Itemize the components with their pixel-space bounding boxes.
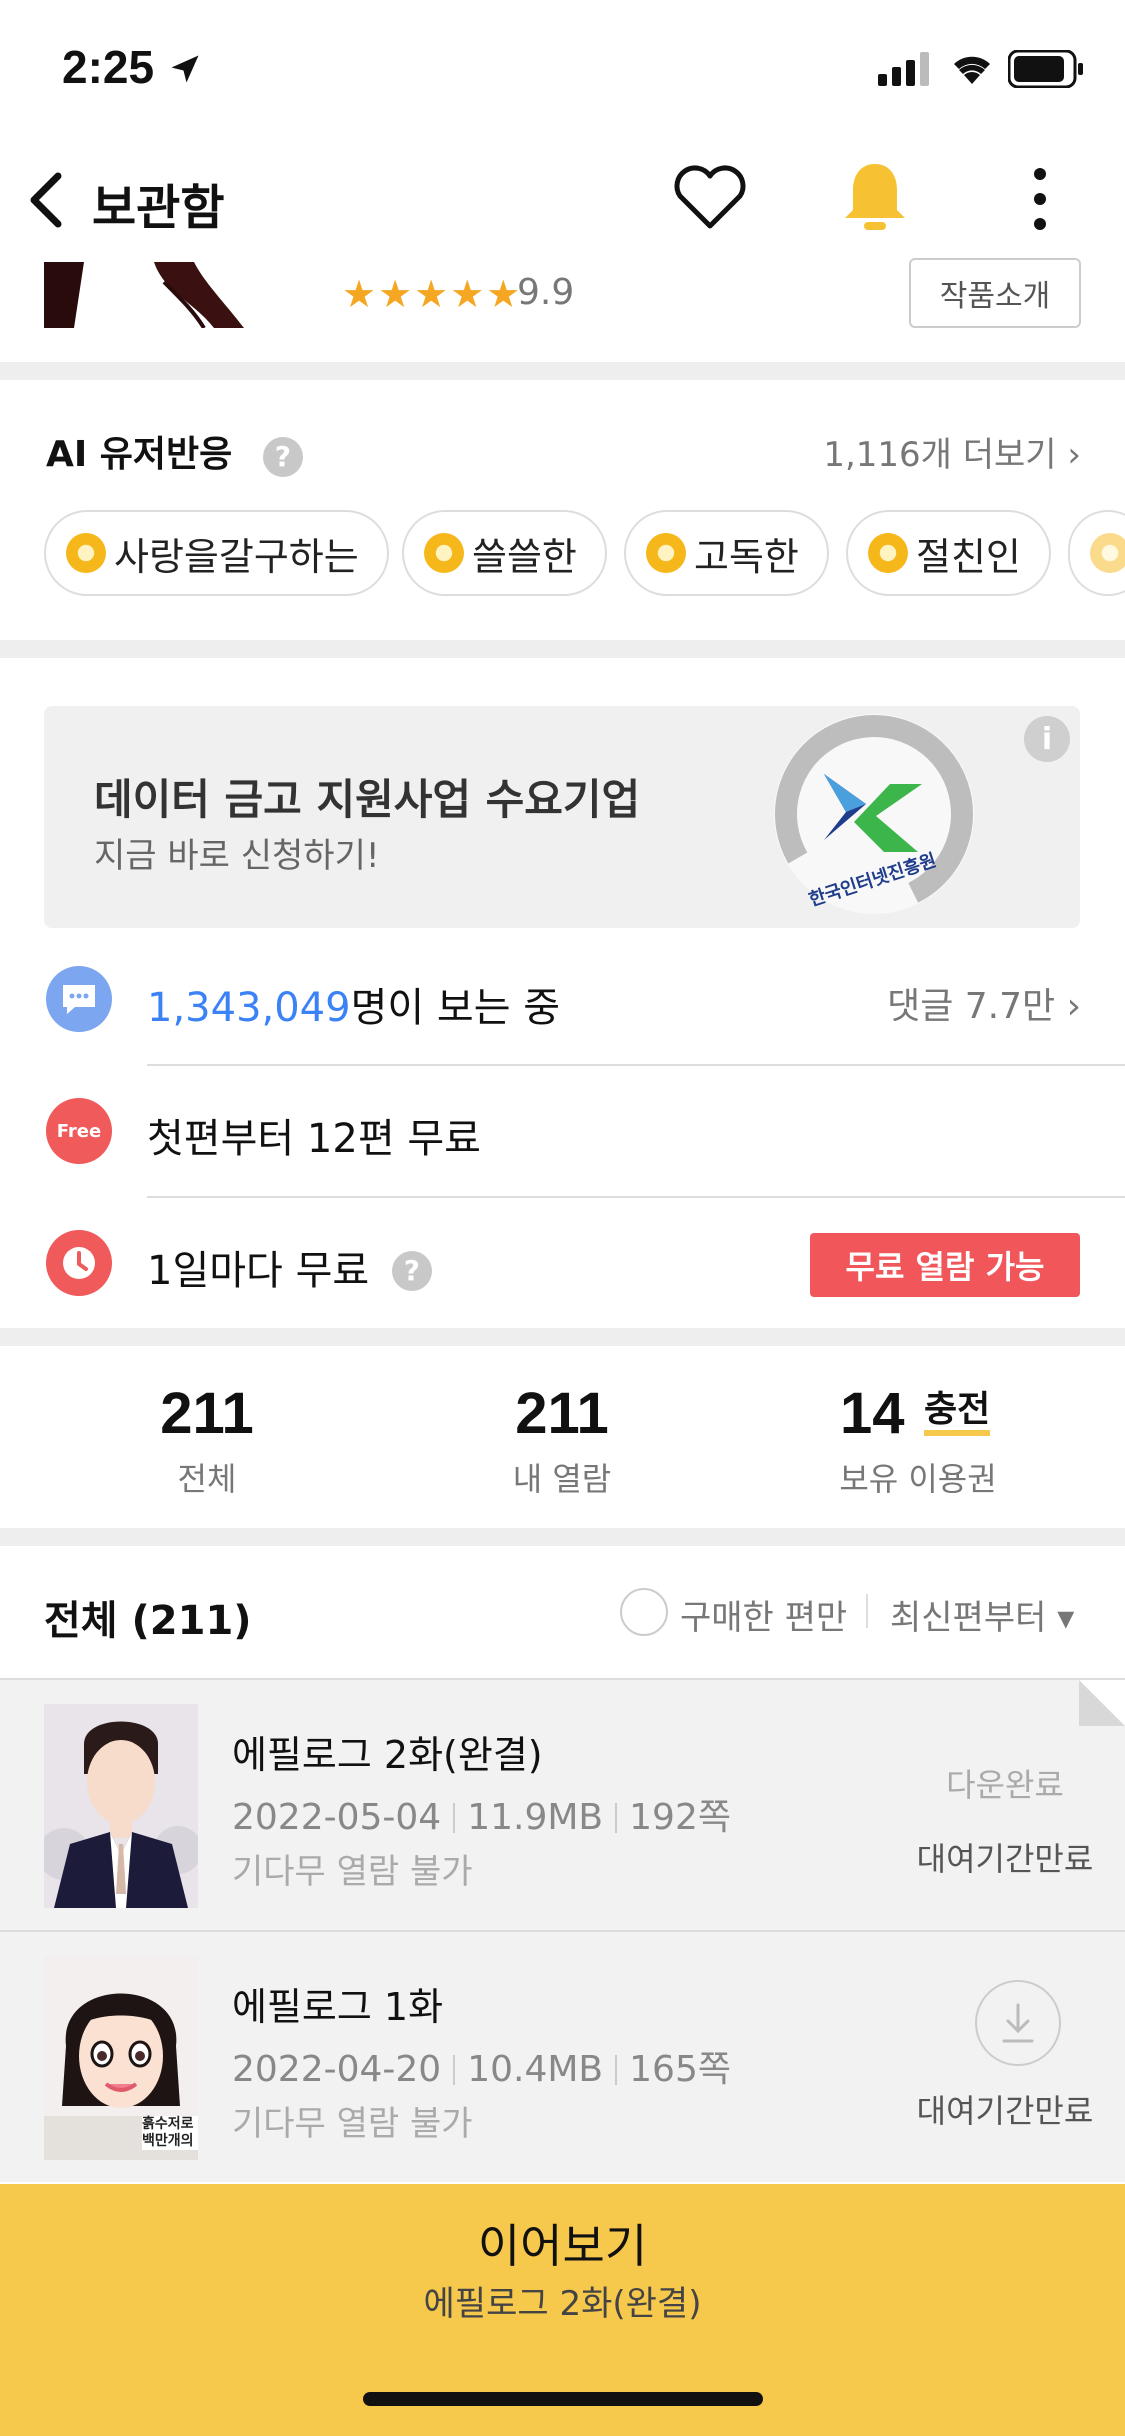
status-bar: 2:25 xyxy=(0,0,1125,140)
stat-ticket-label: 보유 이용권 xyxy=(839,1460,997,1498)
bell-icon[interactable] xyxy=(842,160,908,236)
rental-expired-label: 대여기간만료 xyxy=(916,2092,1094,2130)
reaction-chip[interactable]: 쓸쓸한 xyxy=(402,510,607,596)
coin-icon xyxy=(424,533,464,573)
reaction-chip[interactable]: 고독한 xyxy=(624,510,829,596)
free-episodes-text: 첫편부터 12편 무료 xyxy=(147,1116,481,1162)
episode-title: 에필로그 1화 xyxy=(232,1985,444,2029)
section-divider xyxy=(0,1328,1125,1346)
help-icon[interactable]: ? xyxy=(262,436,303,477)
coin-icon xyxy=(1090,533,1125,573)
section-divider xyxy=(0,362,1125,380)
episode-wait-free-note: 기다무 열람 불가 xyxy=(232,1852,473,1892)
heart-icon[interactable] xyxy=(672,164,748,232)
rating-value: 9.9 xyxy=(517,272,575,313)
ai-reactions-title: AI 유저반응 ? xyxy=(46,425,303,477)
stat-ticket-count: 14 xyxy=(840,1381,905,1446)
viewer-count: 1,343,049명이 보는 중 xyxy=(147,985,561,1031)
ai-reactions-more-link[interactable]: 1,116개 더보기 › xyxy=(823,427,1081,476)
rental-expired-label: 대여기간만료 xyxy=(916,1840,1094,1878)
nav-bar: 보관함 xyxy=(0,140,1125,250)
download-complete-label: 다운완료 xyxy=(946,1766,1064,1804)
cellular-signal-icon xyxy=(878,52,929,86)
help-icon[interactable]: ? xyxy=(391,1250,432,1291)
episode-thumbnail xyxy=(44,1704,198,1908)
comments-link[interactable]: 댓글 7.7만 › xyxy=(887,977,1081,1029)
stat-total-label: 전체 xyxy=(177,1460,237,1498)
page-corner-icon xyxy=(1079,1680,1125,1726)
episode-title: 에필로그 2화(완결) xyxy=(232,1733,543,1777)
comment-bubble-icon xyxy=(46,966,112,1032)
row-divider xyxy=(147,1196,1125,1198)
back-chevron-icon[interactable] xyxy=(24,170,68,230)
stat-read-label: 내 열람 xyxy=(512,1460,612,1498)
back-button-label[interactable]: 보관함 xyxy=(92,168,224,238)
episode-meta: 2022-05-04 11.9MB 192쪽 xyxy=(232,1797,731,1838)
episode-wait-free-note: 기다무 열람 불가 xyxy=(232,2104,473,2144)
info-icon[interactable]: i xyxy=(1024,716,1070,762)
stat-total-count: 211 xyxy=(160,1381,254,1446)
work-intro-button[interactable]: 작품소개 xyxy=(909,258,1081,328)
banner-title: 데이터 금고 지원사업 수요기업 xyxy=(94,775,641,824)
banner-subtitle: 지금 바로 신청하기! xyxy=(94,836,380,876)
episode-list-title: 전체 (211) xyxy=(44,1598,252,1644)
coin-icon xyxy=(868,533,908,573)
episode-row[interactable]: 흙수저로 백만개의 에필로그 1화 2022-04-20 10.4MB 165쪽 기… xyxy=(0,1930,1125,2182)
battery-icon xyxy=(1008,50,1083,88)
location-arrow-icon xyxy=(171,55,199,83)
coin-icon xyxy=(646,533,686,573)
more-options-icon[interactable] xyxy=(1022,166,1058,232)
sort-dropdown[interactable]: 최신편부터 ▾ xyxy=(890,1590,1074,1639)
wifi-icon xyxy=(954,56,990,84)
home-indicator[interactable] xyxy=(363,2392,763,2406)
continue-reading-subtitle: 에필로그 2화(완결) xyxy=(423,2284,702,2324)
status-time: 2:25 xyxy=(62,40,203,94)
continue-reading-title: 이어보기 xyxy=(477,2219,648,2273)
episode-meta: 2022-04-20 10.4MB 165쪽 xyxy=(232,2049,731,2090)
download-icon[interactable] xyxy=(975,1980,1061,2066)
reaction-chip[interactable]: 사랑을갈구하는 xyxy=(44,510,389,596)
coin-icon xyxy=(66,533,106,573)
purchased-only-label[interactable]: 구매한 편만 xyxy=(680,1590,847,1639)
clock-icon xyxy=(46,1230,112,1296)
free-read-button[interactable]: 무료 열람 가능 xyxy=(810,1233,1080,1297)
section-divider xyxy=(0,640,1125,658)
charge-link[interactable]: 충전 xyxy=(924,1390,991,1436)
stat-read-count: 211 xyxy=(515,1381,609,1446)
reaction-chip[interactable]: 절친인 xyxy=(846,510,1051,596)
rating-stars: ★★★★★ xyxy=(342,272,523,316)
episode-thumbnail: 흙수저로 백만개의 xyxy=(44,1956,198,2160)
free-badge-icon: Free xyxy=(46,1098,112,1164)
row-divider xyxy=(147,1064,1125,1066)
ad-banner[interactable]: 데이터 금고 지원사업 수요기업 지금 바로 신청하기! i 한국인터넷진흥원 xyxy=(44,706,1080,928)
episode-row[interactable]: 에필로그 2화(완결) 2022-05-04 11.9MB 192쪽 기다무 열람 … xyxy=(0,1678,1125,1930)
header-divider xyxy=(866,1594,868,1628)
daily-free-text: 1일마다 무료 ? xyxy=(147,1238,432,1296)
purchased-only-radio[interactable] xyxy=(620,1588,668,1636)
section-divider xyxy=(0,1528,1125,1546)
reaction-chip-partial[interactable] xyxy=(1068,510,1125,596)
thumbnail-caption: 흙수저로 백만개의 xyxy=(142,2116,198,2150)
work-cover-thumbnail xyxy=(44,262,310,328)
